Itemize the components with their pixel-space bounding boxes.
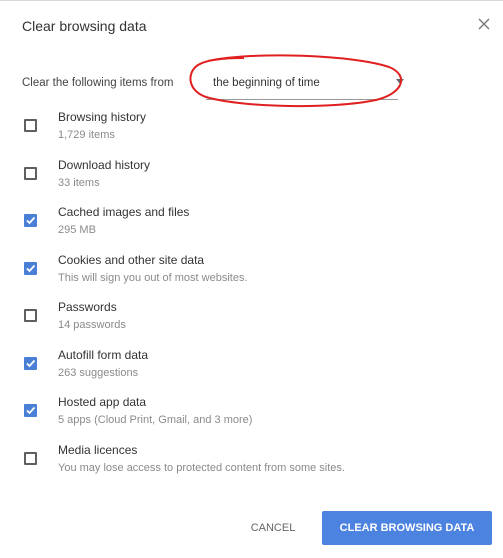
item-description: 295 MB [58, 224, 96, 236]
item-description: You may lose access to protected content… [58, 462, 345, 474]
item-description: 1,729 items [58, 129, 115, 141]
list-item[interactable]: Hosted app data 5 apps (Cloud Print, Gmai… [20, 388, 460, 432]
item-description: This will sign you out of most websites. [58, 272, 248, 284]
checkmark-icon [26, 264, 36, 273]
item-label: Autofill form data [58, 348, 149, 362]
close-button[interactable] [476, 16, 492, 32]
close-icon [478, 18, 490, 30]
clear-browsing-data-button[interactable]: CLEAR BROWSING DATA [322, 511, 492, 545]
list-item[interactable]: Download history 33 items [20, 151, 460, 195]
checkbox[interactable] [24, 119, 37, 132]
time-range-dropdown[interactable]: the beginning of time [200, 69, 405, 100]
item-description: 5 apps (Cloud Print, Gmail, and 3 more) [58, 414, 253, 426]
time-range-value: the beginning of time [213, 77, 320, 89]
checkmark-icon [26, 406, 36, 415]
list-item[interactable]: Autofill form data 263 suggestions [20, 341, 460, 385]
item-label: Browsing history [58, 110, 147, 124]
checkbox[interactable] [24, 309, 37, 322]
list-item[interactable]: Media licences You may lose access to pro… [20, 436, 460, 480]
time-range-label: Clear the following items from [22, 77, 174, 89]
dialog-title: Clear browsing data [22, 18, 147, 34]
clear-browsing-data-dialog: Clear browsing data Clear the following … [0, 0, 503, 558]
item-label: Passwords [58, 300, 117, 314]
checkbox[interactable] [24, 404, 37, 417]
cancel-button[interactable]: CANCEL [238, 515, 308, 541]
item-label: Cached images and files [58, 205, 190, 219]
list-item[interactable]: Browsing history 1,729 items [20, 103, 460, 147]
item-description: 33 items [58, 177, 100, 189]
list-item[interactable]: Passwords 14 passwords [20, 293, 460, 337]
list-item[interactable]: Cookies and other site data This will sig… [20, 246, 460, 290]
checkmark-icon [26, 359, 36, 368]
dropdown-arrow-icon [396, 79, 404, 84]
checkmark-icon [26, 216, 36, 225]
item-label: Media licences [58, 443, 138, 457]
checkbox[interactable] [24, 357, 37, 370]
item-label: Cookies and other site data [58, 253, 205, 267]
item-label: Hosted app data [58, 395, 147, 409]
checkbox[interactable] [24, 262, 37, 275]
item-label: Download history [58, 158, 151, 172]
checkbox[interactable] [24, 167, 37, 180]
checkbox[interactable] [24, 214, 37, 227]
item-description: 263 suggestions [58, 367, 139, 379]
dropdown-underline [206, 99, 398, 100]
item-description: 14 passwords [58, 319, 126, 331]
checkbox[interactable] [24, 452, 37, 465]
list-item[interactable]: Cached images and files 295 MB [20, 198, 460, 242]
